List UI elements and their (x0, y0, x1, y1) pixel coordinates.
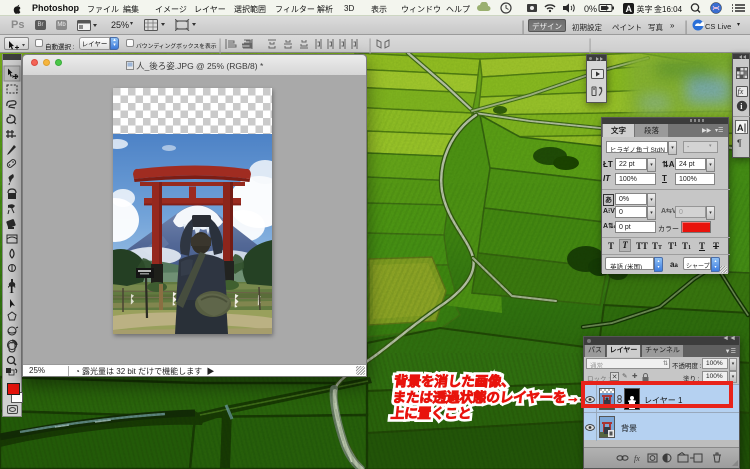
svg-text:英字: 英字 (637, 4, 653, 14)
svg-text:A: A (626, 4, 633, 14)
svg-text:fx: fx (634, 454, 640, 463)
svg-text:A: A (737, 123, 744, 133)
svg-text:T: T (8, 284, 16, 296)
svg-text:fx: fx (738, 87, 744, 96)
svg-text:0%: 0% (584, 4, 597, 14)
